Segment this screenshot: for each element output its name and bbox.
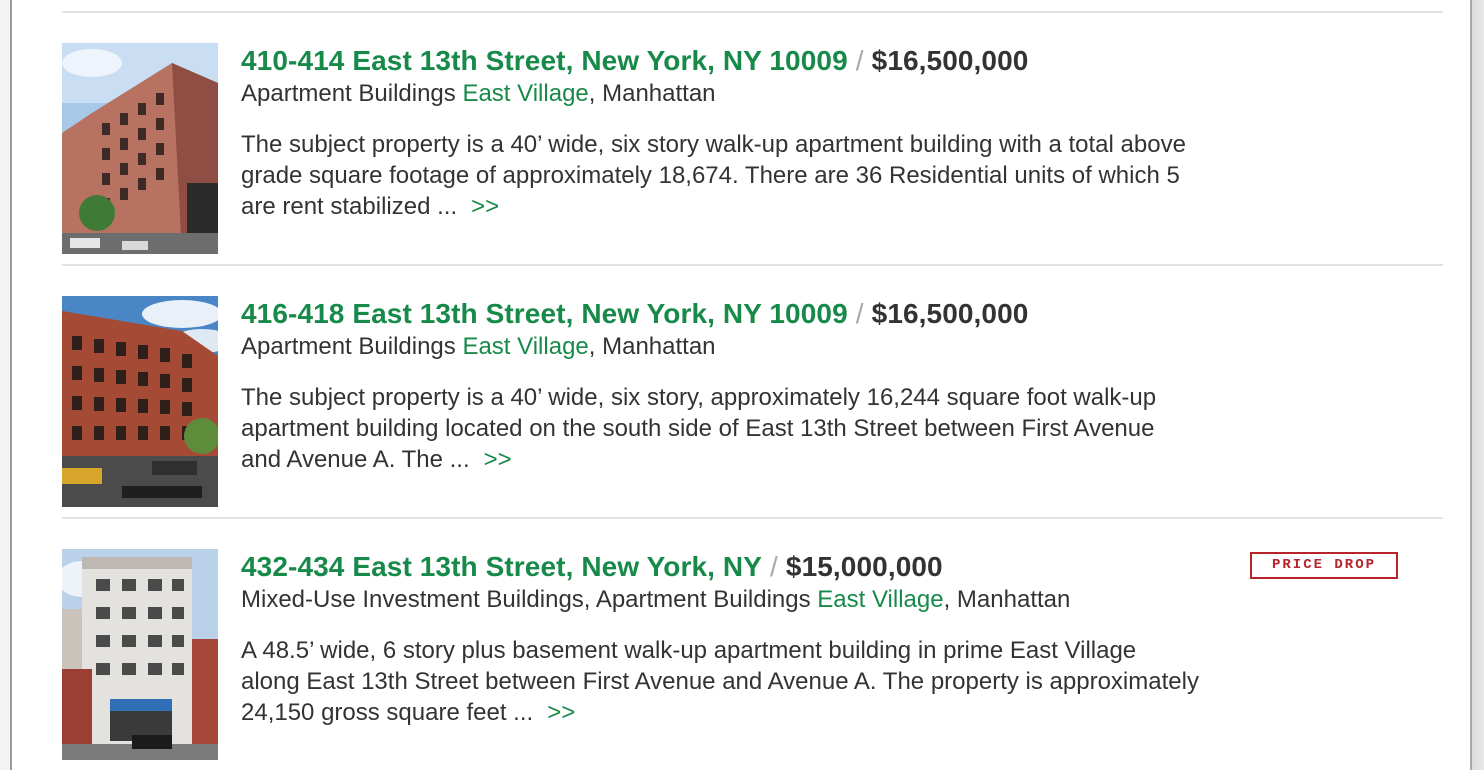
listing-content: 410-414 East 13th Street, New York, NY 1… xyxy=(241,43,1221,222)
listing-content: 432-434 East 13th Street, New York, NY / $… xyxy=(241,549,1221,728)
neighborhood-link[interactable]: East Village xyxy=(462,333,588,360)
listing-description: The subject property is a 40’ wide, six … xyxy=(241,129,1201,222)
listing-category: Mixed-Use Investment Buildings, Apartmen… xyxy=(241,586,811,613)
listing-category-line: Apartment Buildings East Village, Manhat… xyxy=(241,332,1221,362)
listing-address-link[interactable]: 410-414 East 13th Street, New York, NY 1… xyxy=(241,45,848,76)
read-more-link[interactable]: >> xyxy=(471,193,499,220)
neighborhood-link[interactable]: East Village xyxy=(462,80,588,107)
listing-borough: , Manhattan xyxy=(588,333,716,360)
listing-description-text: The subject property is a 40’ wide, six … xyxy=(241,384,1157,473)
listing-address-link[interactable]: 416-418 East 13th Street, New York, NY 1… xyxy=(241,298,848,329)
brick-walkup-photo-icon xyxy=(62,43,218,254)
listing-item: 416-418 East 13th Street, New York, NY 1… xyxy=(62,266,1443,519)
listing-price: $16,500,000 xyxy=(871,298,1029,329)
listing-category-line: Mixed-Use Investment Buildings, Apartmen… xyxy=(241,585,1221,615)
listing-item: 432-434 East 13th Street, New York, NY / $… xyxy=(62,519,1443,772)
listing-borough: , Manhattan xyxy=(943,586,1071,613)
title-separator: / xyxy=(855,298,864,329)
listing-item: 410-414 East 13th Street, New York, NY 1… xyxy=(62,13,1443,266)
neighborhood-link[interactable]: East Village xyxy=(817,586,943,613)
listing-borough: , Manhattan xyxy=(588,80,716,107)
white-tower-building-photo-icon xyxy=(62,549,218,760)
listing-category: Apartment Buildings xyxy=(241,333,456,360)
red-brick-building-photo-icon xyxy=(62,296,218,507)
listing-category-line: Apartment Buildings East Village, Manhat… xyxy=(241,79,1221,109)
listing-title: 410-414 East 13th Street, New York, NY 1… xyxy=(241,43,1221,79)
listing-description: The subject property is a 40’ wide, six … xyxy=(241,382,1201,475)
listing-thumbnail[interactable] xyxy=(62,43,218,254)
listing-price: $16,500,000 xyxy=(871,45,1029,76)
listing-thumbnail[interactable] xyxy=(62,296,218,507)
listing-title: 432-434 East 13th Street, New York, NY / $… xyxy=(241,549,1221,585)
window-frame-left xyxy=(0,0,12,770)
listing-description: A 48.5’ wide, 6 story plus basement walk… xyxy=(241,635,1201,728)
price-drop-badge: PRICE DROP xyxy=(1250,552,1398,579)
listing-address-link[interactable]: 432-434 East 13th Street, New York, NY xyxy=(241,551,762,582)
listing-category: Apartment Buildings xyxy=(241,80,456,107)
read-more-link[interactable]: >> xyxy=(547,699,575,726)
read-more-link[interactable]: >> xyxy=(484,446,512,473)
title-separator: / xyxy=(770,551,778,582)
listing-title: 416-418 East 13th Street, New York, NY 1… xyxy=(241,296,1221,332)
listing-thumbnail[interactable] xyxy=(62,549,218,760)
listing-content: 416-418 East 13th Street, New York, NY 1… xyxy=(241,296,1221,475)
listing-description-text: The subject property is a 40’ wide, six … xyxy=(241,131,1186,220)
scrollbar-track[interactable] xyxy=(1470,0,1484,770)
title-separator: / xyxy=(855,45,864,76)
listing-description-text: A 48.5’ wide, 6 story plus basement walk… xyxy=(241,637,1199,726)
listing-price: $15,000,000 xyxy=(785,551,943,582)
